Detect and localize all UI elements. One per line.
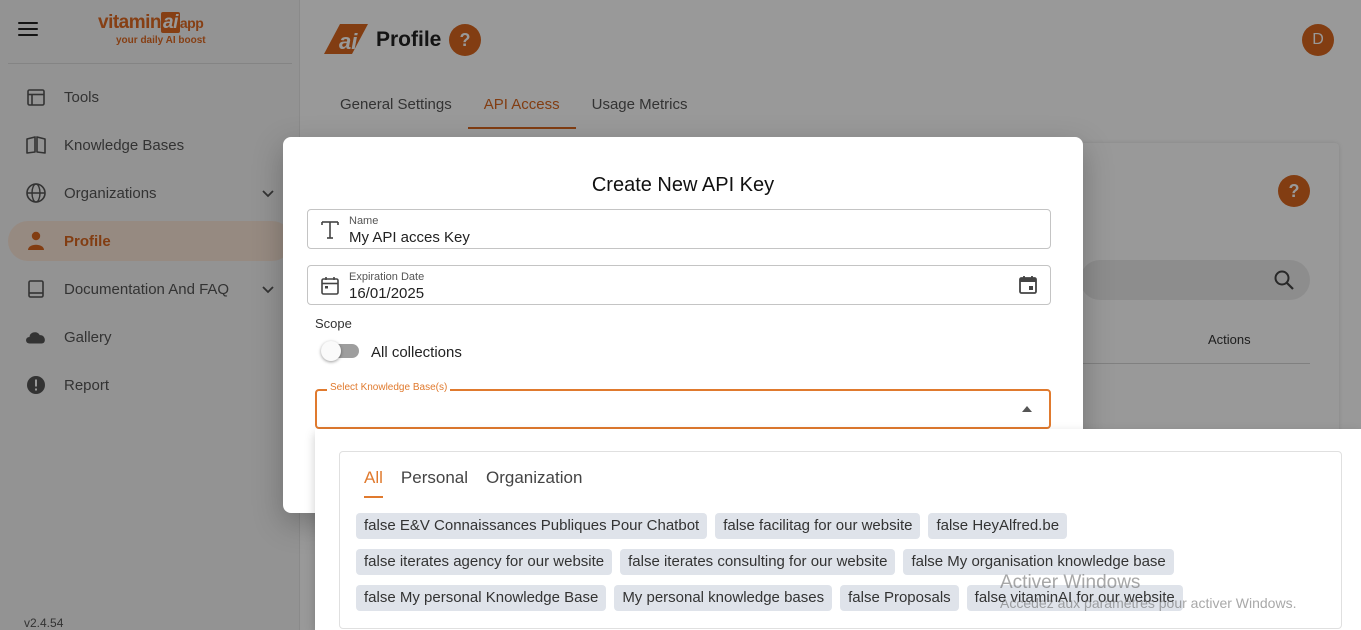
dropdown-tabs: All Personal Organization [364, 468, 600, 498]
knowledge-base-chip[interactable]: false iterates agency for our website [356, 549, 613, 575]
expiration-date-value[interactable]: 16/01/2025 [349, 285, 424, 302]
knowledge-base-select[interactable]: Select Knowledge Base(s) [315, 382, 1051, 429]
knowledge-base-chip[interactable]: false vitaminAI for our website [966, 585, 1183, 611]
name-field-value[interactable]: My API acces Key [349, 229, 470, 246]
dialog-title: Create New API Key [591, 174, 775, 196]
scope-label: Scope [315, 316, 352, 331]
tab-personal[interactable]: Personal [401, 468, 468, 498]
toggle-knob [321, 341, 341, 361]
caret-up-icon[interactable] [1022, 406, 1032, 412]
expiration-date-label: Expiration Date [349, 271, 425, 283]
knowledge-base-chip[interactable]: My personal knowledge bases [614, 585, 833, 611]
all-collections-label: All collections [371, 344, 462, 361]
knowledge-base-dropdown: All Personal Organization false E&V Conn… [315, 429, 1361, 630]
tab-organization[interactable]: Organization [486, 468, 582, 498]
calendar-icon [319, 275, 341, 302]
knowledge-base-chip[interactable]: false Proposals [840, 585, 959, 611]
knowledge-base-chip[interactable]: false My personal Knowledge Base [356, 585, 607, 611]
knowledge-base-select-label: Select Knowledge Base(s) [327, 382, 451, 393]
expiration-date-field[interactable]: Expiration Date 16/01/2025 [307, 265, 1051, 305]
knowledge-base-chip[interactable]: false HeyAlfred.be [928, 513, 1068, 539]
date-picker-icon[interactable] [1017, 274, 1039, 301]
knowledge-base-chips: false E&V Connaissances Publiques Pour C… [356, 513, 1336, 621]
knowledge-base-chip[interactable]: false iterates consulting for our websit… [620, 549, 896, 575]
text-icon [319, 219, 341, 246]
knowledge-base-panel: All Personal Organization false E&V Conn… [339, 451, 1342, 629]
tab-all[interactable]: All [364, 468, 383, 498]
knowledge-base-chip[interactable]: false My organisation knowledge base [903, 549, 1174, 575]
name-field-label: Name [349, 215, 379, 227]
knowledge-base-chip[interactable]: false E&V Connaissances Publiques Pour C… [356, 513, 708, 539]
knowledge-base-chip[interactable]: false facilitag for our website [715, 513, 921, 539]
name-field[interactable]: Name My API acces Key [307, 209, 1051, 249]
all-collections-toggle[interactable] [321, 341, 359, 361]
